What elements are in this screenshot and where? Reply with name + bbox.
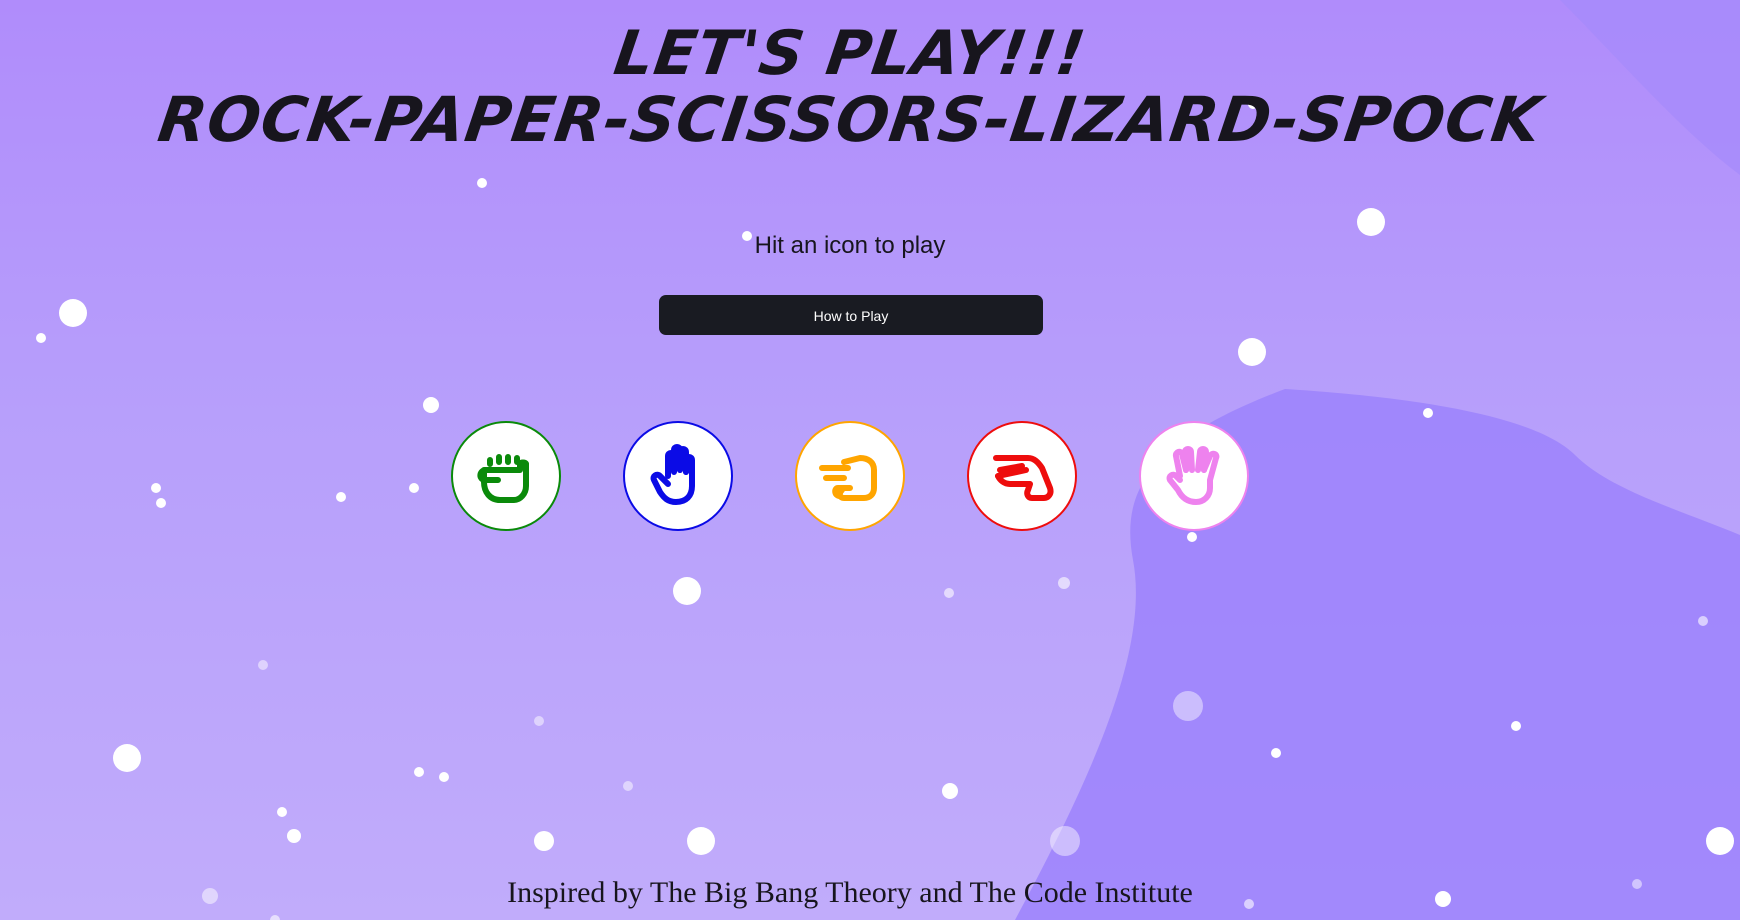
vulcan-salute-icon (1166, 446, 1220, 505)
open-hand-icon (650, 444, 695, 505)
how-to-play-button[interactable]: How to Play (659, 295, 1043, 335)
play-prompt: Hit an icon to play (754, 232, 946, 259)
footer-credit: Inspired by The Big Bang Theory and The … (507, 876, 1193, 909)
page-title-line2: ROCK-PAPER-SCISSORS-LIZARD-SPOCK (153, 83, 1547, 156)
rock-button[interactable] (451, 421, 561, 531)
lizard-button[interactable] (967, 421, 1077, 531)
fist-icon (477, 454, 529, 503)
page-title-line1: LET'S PLAY!!! (609, 18, 1091, 89)
lizard-hand-icon (993, 455, 1054, 501)
scissors-button[interactable] (795, 421, 905, 531)
paper-button[interactable] (623, 421, 733, 531)
scissors-hand-icon (819, 455, 877, 501)
spock-button[interactable] (1139, 421, 1249, 531)
background-blob-right (1015, 389, 1740, 920)
